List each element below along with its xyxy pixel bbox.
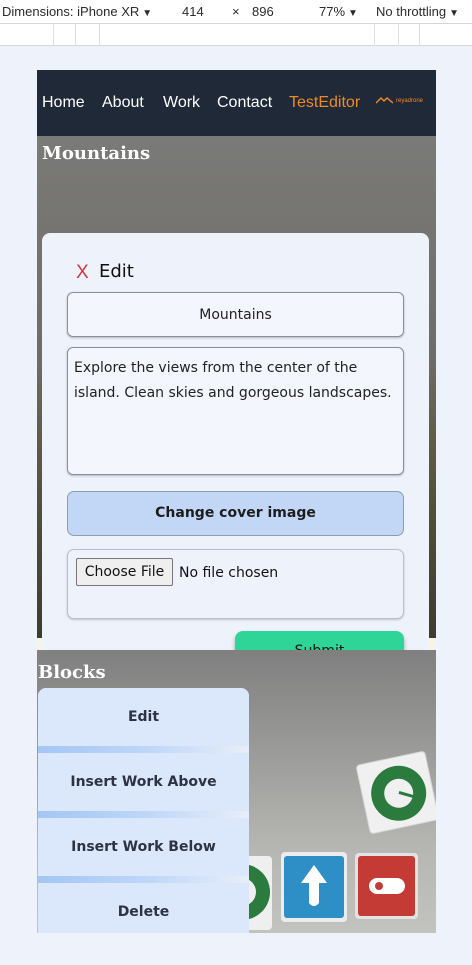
viewport-height-field[interactable]: 896	[252, 4, 274, 19]
title-input[interactable]	[67, 292, 404, 337]
throttling-label: No throttling	[376, 4, 447, 19]
times-symbol: ×	[232, 4, 240, 19]
edit-heading: Edit	[99, 261, 134, 282]
devtools-toolbar: Dimensions: iPhone XR ▼ 414 × 896 77% ▼ No…	[0, 0, 472, 24]
switch-block-image	[355, 853, 418, 919]
blocks-title: Blocks	[38, 662, 106, 683]
file-upload-field: Choose File No file chosen	[67, 549, 404, 619]
hero-title: Mountains	[42, 143, 151, 164]
device-dimensions-select[interactable]: Dimensions: iPhone XR ▼	[2, 4, 152, 19]
media-query-ruler	[0, 24, 472, 46]
top-navigation: Home About Work Contact TestEditor reyad…	[37, 70, 436, 136]
nav-link-about[interactable]: About	[102, 94, 144, 112]
menu-separator	[38, 876, 249, 883]
nav-link-testeditor[interactable]: TestEditor	[289, 94, 360, 112]
zoom-select[interactable]: 77% ▼	[319, 4, 358, 19]
drone-icon	[376, 97, 394, 104]
menu-item-insert-work-above[interactable]: Insert Work Above	[38, 753, 249, 811]
menu-item-delete[interactable]: Delete	[38, 883, 249, 933]
arrow-up-icon	[301, 865, 327, 906]
change-cover-image-button[interactable]: Change cover image	[67, 491, 404, 536]
dial-block-image	[355, 750, 436, 835]
viewport-width-field[interactable]: 414	[182, 4, 204, 19]
menu-separator	[38, 746, 249, 753]
chevron-down-icon: ▼	[142, 8, 153, 19]
device-dimensions-label: Dimensions: iPhone XR	[2, 4, 140, 19]
arrow-block-image	[281, 852, 347, 922]
zoom-label: 77%	[319, 4, 346, 19]
choose-file-button[interactable]: Choose File	[76, 558, 173, 586]
device-viewport: Home About Work Contact TestEditor reyad…	[37, 70, 436, 933]
brand-logo[interactable]: reyadrone	[376, 96, 432, 108]
blocks-section: Blocks Edit Insert Work Above Insert Wor…	[37, 650, 436, 933]
nav-link-home[interactable]: Home	[42, 94, 85, 112]
close-icon[interactable]: X	[76, 262, 89, 284]
block-context-menu: Edit Insert Work Above Insert Work Below…	[38, 688, 249, 933]
throttling-select[interactable]: No throttling ▼	[376, 4, 459, 19]
chevron-down-icon: ▼	[348, 8, 358, 19]
menu-item-edit[interactable]: Edit	[38, 688, 249, 746]
edit-panel: X Edit Explore the views from the center…	[42, 233, 429, 697]
nav-link-work[interactable]: Work	[163, 94, 200, 112]
brand-logo-text: reyadrone	[396, 98, 424, 104]
menu-item-insert-work-below[interactable]: Insert Work Below	[38, 818, 249, 876]
nav-link-contact[interactable]: Contact	[217, 94, 272, 112]
menu-separator	[38, 811, 249, 818]
file-status-text: No file chosen	[179, 565, 279, 581]
chevron-down-icon: ▼	[449, 8, 459, 19]
hero-section: Mountains X Edit Explore the views from …	[37, 136, 436, 697]
description-textarea[interactable]: Explore the views from the center of the…	[67, 347, 404, 475]
